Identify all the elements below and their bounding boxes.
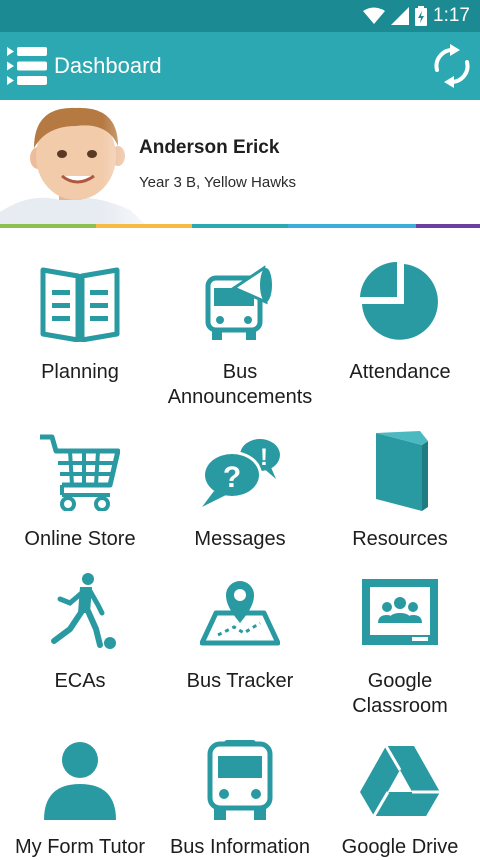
tile-messages[interactable]: ? ! Messages	[160, 423, 320, 565]
shopping-cart-icon	[40, 434, 120, 511]
map-pin-icon	[200, 581, 280, 646]
tile-label: Bus Tracker	[186, 670, 294, 692]
tile-label: Online Store	[24, 528, 136, 550]
bus-megaphone-icon	[205, 265, 272, 340]
tile-ecas[interactable]: ECAs	[0, 565, 160, 735]
book-icon	[40, 267, 120, 342]
drive-triangle-icon	[360, 745, 440, 817]
tile-attendance[interactable]: Attendance	[320, 228, 480, 418]
svg-text:?: ?	[223, 461, 241, 494]
sync-icon[interactable]	[430, 44, 474, 88]
tile-planning[interactable]: Planning	[0, 228, 160, 418]
tile-label: Google Drive	[341, 836, 459, 858]
status-bar: 1:17	[0, 0, 480, 32]
soccer-player-icon	[51, 573, 116, 649]
app-bar: Dashboard	[0, 32, 480, 100]
svg-text:!: !	[260, 444, 268, 471]
student-name: Anderson Erick	[139, 137, 280, 158]
dashboard-grid: Planning Bus Announcements Attendance On…	[0, 228, 480, 858]
person-icon	[44, 742, 116, 820]
pie-chart-icon	[360, 262, 438, 340]
tile-label: Attendance	[349, 361, 451, 383]
classroom-board-icon	[362, 579, 438, 645]
tile-online-store[interactable]: Online Store	[0, 423, 160, 565]
tile-label: Bus Announcements	[167, 361, 313, 408]
tile-label: Planning	[41, 361, 119, 383]
tile-label: ECAs	[54, 670, 106, 692]
student-photo	[0, 100, 170, 224]
tile-my-form-tutor[interactable]: My Form Tutor	[0, 735, 160, 858]
tile-label: Bus Information	[169, 836, 311, 858]
page-title: Dashboard	[54, 53, 162, 78]
closed-book-icon	[376, 431, 428, 511]
menu-icon[interactable]	[5, 44, 49, 88]
tile-label: My Form Tutor	[14, 836, 145, 858]
tile-label: Google Classroom	[352, 670, 448, 717]
tile-bus-information[interactable]: Bus Information	[160, 735, 320, 858]
wifi-icon	[363, 7, 386, 24]
signal-icon	[391, 7, 410, 25]
tile-bus-tracker[interactable]: Bus Tracker	[160, 565, 320, 735]
tile-resources[interactable]: Resources	[320, 423, 480, 565]
tile-label: Messages	[194, 528, 286, 550]
tile-label: Resources	[352, 528, 448, 550]
bus-icon	[207, 740, 273, 820]
status-time: 1:17	[433, 5, 470, 26]
speech-bubbles-icon: ? !	[202, 439, 280, 507]
tile-google-classroom[interactable]: Google Classroom	[320, 565, 480, 735]
profile-card[interactable]: Anderson Erick Year 3 B, Yellow Hawks	[0, 100, 480, 228]
student-class: Year 3 B, Yellow Hawks	[139, 174, 297, 191]
battery-icon	[415, 6, 428, 26]
tile-google-drive[interactable]: Google Drive	[320, 735, 480, 858]
tile-bus-announcements[interactable]: Bus Announcements	[160, 228, 320, 418]
status-icons: 1:17	[363, 4, 470, 28]
